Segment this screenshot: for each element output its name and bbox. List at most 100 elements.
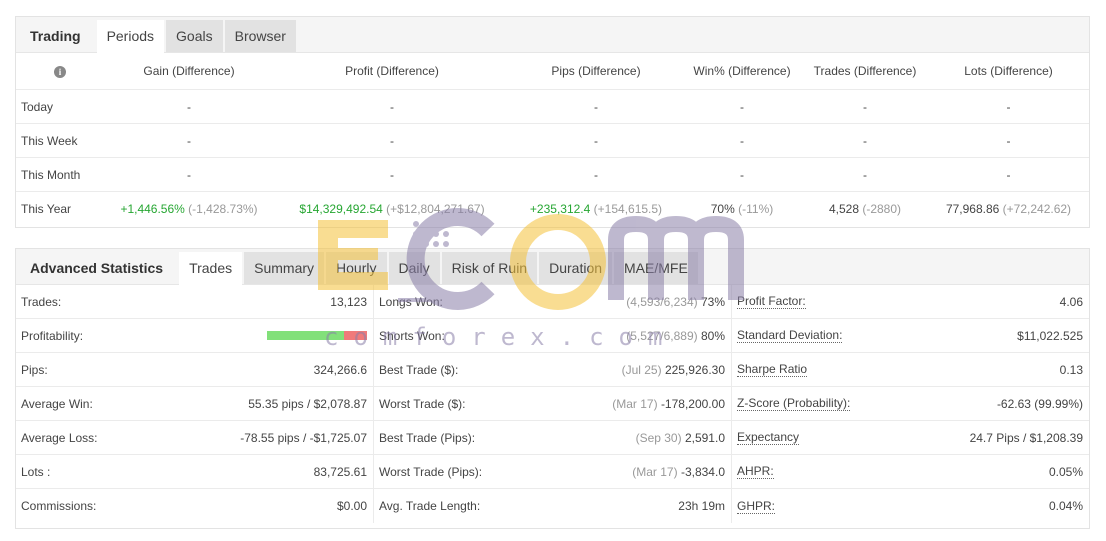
stat-value-group: (Mar 17) -3,834.0 [632,465,725,479]
periods-panel: Trading Periods Goals Browser i Gain (Diffe… [15,16,1090,228]
stats-tabbar: Advanced Statistics Trades Summary Hourly D… [16,249,1089,285]
stat-label: Longs Won: [379,294,443,309]
stat-value: 225,926.30 [664,362,725,377]
stat-value: -178,200.00 [660,396,725,411]
period-cell-pips: +235,312.4 (+154,615.5) [510,192,682,226]
stat-label: Commissions: [21,499,97,513]
info-icon[interactable]: i [54,66,66,78]
period-cell-trades: 4,528 (-2880) [802,192,928,226]
stat-value-group: (4,593/6,234) 73% [626,295,725,309]
period-cell-win: - [682,89,802,124]
stat-row: Trades: 13,123 [16,285,373,319]
stat-label-tooltip[interactable]: GHPR: [737,499,776,514]
stat-sub: (4,593/6,234) [626,294,698,309]
stat-label-tooltip[interactable]: Standard Deviation: [737,328,843,343]
period-difference: (+$12,804,271.67) [386,201,485,216]
stat-label: Worst Trade (Pips): [379,464,483,479]
advanced-statistics-title: Advanced Statistics [30,260,164,276]
stat-label: Profitability: [21,328,84,343]
period-value: - [863,133,867,148]
stat-value: 0.13 [1059,362,1083,377]
stat-row: Z-Score (Probability): -62.63 (99.99%) [732,387,1089,421]
period-value: - [187,133,191,148]
period-cell-win: 70% (-11%) [682,192,802,226]
period-value: 4,528 [828,201,859,216]
stat-label: Pips: [21,362,48,377]
stat-label: Avg. Trade Length: [379,499,481,513]
stats-column-general: Trades: 13,123 Profitability: Pips: 324,266.… [16,285,374,523]
stat-row: Worst Trade (Pips): (Mar 17) -3,834.0 [374,455,731,489]
period-row-this-week: This Week - - - - - - [16,123,1089,158]
period-row-this-year: This Year +1,446.56% (-1,428.73%) $14,329,… [16,192,1089,226]
stat-value-group: (Mar 17) -178,200.00 [612,397,725,411]
tab-summary[interactable]: Summary [244,252,325,284]
stat-row: Profit Factor: 4.06 [732,285,1089,319]
period-value: 70% [710,201,735,216]
header-trades: Trades (Difference) [802,53,928,90]
stat-row: Standard Deviation: $11,022.525 [732,319,1089,353]
tab-daily[interactable]: Daily [388,252,440,284]
period-cell-profit: - [274,157,510,192]
stat-label-tooltip[interactable]: AHPR: [737,464,774,479]
period-label: Today [16,89,104,124]
stat-label-tooltip[interactable]: Z-Score (Probability): [737,396,851,411]
profitability-win-segment [267,331,344,340]
period-cell-gain: - [104,157,274,192]
stat-sub: (Mar 17) [612,396,658,411]
tab-mae-mfe[interactable]: MAE/MFE [614,252,698,284]
info-header: i [16,53,104,90]
tab-hourly[interactable]: Hourly [326,252,387,284]
stat-value-group: (5,527/6,889) 80% [626,329,725,343]
stat-label: Lots : [21,464,51,479]
period-label: This Month [16,157,104,192]
stat-value: 0.05% [1048,464,1083,479]
stat-row: Commissions: $0.00 [16,489,373,523]
tab-periods[interactable]: Periods [96,20,165,53]
tab-trades[interactable]: Trades [179,252,243,285]
header-gain: Gain (Difference) [104,53,274,90]
tab-trading: Trading [30,28,81,44]
stat-label-tooltip[interactable]: Expectancy [737,430,800,445]
period-cell-profit: - [274,123,510,158]
stat-row: Pips: 324,266.6 [16,353,373,387]
period-value: - [863,99,867,114]
period-value: - [740,167,744,182]
stat-label-tooltip[interactable]: Profit Factor: [737,294,806,309]
stat-row: Average Win: 55.35 pips / $2,078.87 [16,387,373,421]
tab-goals[interactable]: Goals [166,20,223,52]
stat-value: 2,591.0 [684,430,725,445]
period-label: This Year [21,201,72,216]
stat-row: Average Loss: -78.55 pips / -$1,725.07 [16,421,373,455]
period-difference: (+154,615.5) [593,201,663,216]
stat-value: 80% [700,328,725,343]
period-cell-win: - [682,123,802,158]
period-cell-pips: - [510,89,682,124]
stat-row: Best Trade ($): (Jul 25) 225,926.30 [374,353,731,387]
stat-row: Shorts Won: (5,527/6,889) 80% [374,319,731,353]
stat-row: Worst Trade ($): (Mar 17) -178,200.00 [374,387,731,421]
period-cell-lots: - [928,89,1089,124]
stat-value: 324,266.6 [313,362,367,377]
stat-sub: (Sep 30) [635,430,682,445]
period-difference: (-2880) [862,201,902,216]
stat-label: Average Loss: [21,430,98,445]
tab-duration[interactable]: Duration [539,252,613,284]
header-profit: Profit (Difference) [274,53,510,90]
stat-label-tooltip[interactable]: Sharpe Ratio [737,362,808,377]
stats-grid: Trades: 13,123 Profitability: Pips: 324,266.… [16,285,1089,523]
header-pips: Pips (Difference) [510,53,682,90]
period-cell-profit: $14,329,492.54 (+$12,804,271.67) [274,192,510,226]
period-difference: (-11%) [738,201,774,216]
stat-row: Lots : 83,725.61 [16,455,373,489]
tab-browser[interactable]: Browser [224,20,296,52]
period-cell-trades: - [802,89,928,124]
stat-value: 0.04% [1048,499,1083,513]
period-value: - [863,167,867,182]
stat-value-group: (Jul 25) 225,926.30 [622,363,725,377]
tab-risk-of-ruin[interactable]: Risk of Ruin [441,252,538,284]
period-value: +235,312.4 [529,201,591,216]
stat-label: Shorts Won: [379,328,445,343]
periods-header-row: i Gain (Difference) Profit (Difference) … [16,53,1089,90]
stats-column-trades: Longs Won: (4,593/6,234) 73% Shorts Won: (5… [374,285,732,523]
header-lots: Lots (Difference) [928,53,1089,90]
